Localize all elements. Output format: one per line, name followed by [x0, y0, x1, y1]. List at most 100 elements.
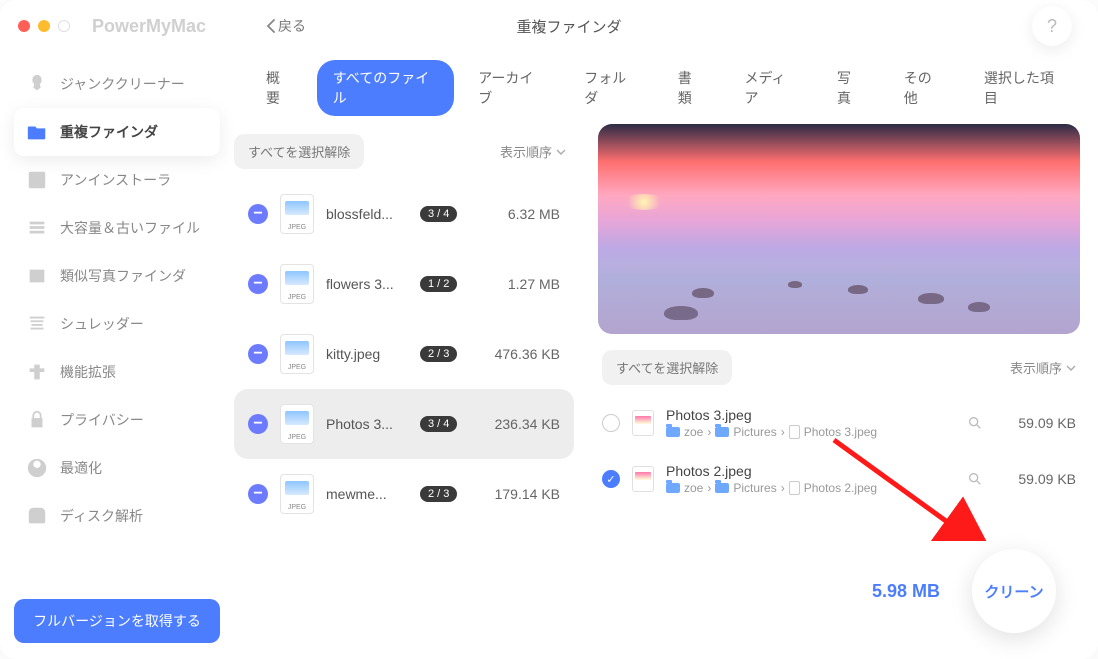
reveal-in-finder-button[interactable]: [966, 414, 984, 432]
detail-name: Photos 3.jpeg: [666, 407, 954, 423]
detail-size: 59.09 KB: [996, 471, 1076, 487]
sidebar-item-label: 機能拡張: [60, 362, 116, 382]
sidebar-icon: [26, 313, 48, 335]
tab-0[interactable]: 概要: [250, 60, 309, 116]
sidebar-item-5[interactable]: シュレッダー: [14, 300, 220, 348]
collapse-icon[interactable]: −: [248, 344, 268, 364]
file-thumb: JPEG: [280, 404, 314, 444]
group-row[interactable]: −JPEG mewme... 2 / 3 179.14 KB: [234, 459, 574, 529]
path-sep: ›: [707, 481, 711, 495]
file-size: 236.34 KB: [469, 416, 560, 432]
close-window-icon[interactable]: [18, 20, 30, 32]
file-thumb: JPEG: [280, 194, 314, 234]
file-name: flowers 3...: [326, 276, 408, 292]
deselect-all-button[interactable]: すべてを選択解除: [234, 134, 364, 169]
window-controls[interactable]: [18, 20, 70, 32]
path-sep: ›: [781, 481, 785, 495]
collapse-icon[interactable]: −: [248, 274, 268, 294]
detail-name: Photos 2.jpeg: [666, 463, 954, 479]
sidebar-item-1[interactable]: 重複ファインダ: [14, 108, 220, 156]
sidebar-icon: [26, 169, 48, 191]
detail-size: 59.09 KB: [996, 415, 1076, 431]
tabs: 概要すべてのファイルアーカイブフォルダ書類メディア写真その他選択した項目: [234, 52, 1080, 124]
folder-icon: [715, 427, 729, 437]
detail-thumb: [632, 466, 654, 492]
tab-2[interactable]: アーカイブ: [462, 60, 560, 116]
duplicate-files-list: Photos 3.jpeg zoe › Pictures › Photos 3.…: [598, 395, 1080, 541]
collapse-icon[interactable]: −: [248, 204, 268, 224]
sidebar-icon: [26, 121, 48, 143]
tab-1[interactable]: すべてのファイル: [317, 60, 454, 116]
detail-path: zoe › Pictures › Photos 2.jpeg: [666, 481, 954, 495]
tab-5[interactable]: メディア: [728, 60, 813, 116]
path-sep: ›: [781, 425, 785, 439]
tab-7[interactable]: その他: [888, 60, 960, 116]
file-size: 179.14 KB: [469, 486, 560, 502]
chevron-left-icon: [266, 19, 276, 33]
sidebar-icon: [26, 505, 48, 527]
group-row[interactable]: −JPEGkitty.jpeg2 / 3476.36 KB: [234, 319, 574, 389]
detail-path: zoe › Pictures › Photos 3.jpeg: [666, 425, 954, 439]
sidebar-icon: [26, 457, 48, 479]
sidebar-item-6[interactable]: 機能拡張: [14, 348, 220, 396]
collapse-icon[interactable]: −: [248, 414, 268, 434]
select-checkbox[interactable]: [602, 414, 620, 432]
chevron-down-icon: [1066, 364, 1076, 372]
sidebar-icon: [26, 361, 48, 383]
count-badge: 2 / 3: [420, 346, 457, 362]
file-thumb: JPEG: [280, 474, 314, 514]
chevron-down-icon: [556, 148, 566, 156]
path-sep: ›: [707, 425, 711, 439]
count-badge: 3 / 4: [420, 416, 457, 432]
collapse-icon[interactable]: −: [248, 484, 268, 504]
file-name: kitty.jpeg: [326, 346, 408, 362]
file-size: 1.27 MB: [469, 276, 560, 292]
file-size: 6.32 MB: [469, 206, 560, 222]
get-full-version-button[interactable]: フルバージョンを取得する: [14, 599, 220, 643]
group-row[interactable]: −JPEGPhotos 3...3 / 4236.34 KB: [234, 389, 574, 459]
detail-row[interactable]: Photos 2.jpeg zoe › Pictures › Photos 2.…: [598, 451, 1080, 507]
window-title: 重複ファインダ: [306, 16, 832, 37]
tab-3[interactable]: フォルダ: [568, 60, 653, 116]
sidebar-item-0[interactable]: ジャンククリーナー: [14, 60, 220, 108]
count-badge: 1 / 2: [420, 276, 457, 292]
sidebar-item-label: 最適化: [60, 458, 102, 478]
detail-row[interactable]: Photos 3.jpeg zoe › Pictures › Photos 3.…: [598, 395, 1080, 451]
file-thumb: JPEG: [280, 334, 314, 374]
file-thumb: JPEG: [280, 264, 314, 304]
sidebar-item-3[interactable]: 大容量＆古いファイル: [14, 204, 220, 252]
sidebar-item-label: 重複ファインダ: [60, 122, 158, 142]
app-title: PowerMyMac: [92, 16, 206, 37]
tab-8[interactable]: 選択した項目: [968, 60, 1080, 116]
back-button[interactable]: 戻る: [266, 16, 306, 36]
folder-icon: [666, 427, 680, 437]
sidebar-item-8[interactable]: 最適化: [14, 444, 220, 492]
detail-sort-dropdown[interactable]: 表示順序: [1010, 358, 1076, 377]
sidebar-item-9[interactable]: ディスク解析: [14, 492, 220, 540]
zoom-window-icon[interactable]: [58, 20, 70, 32]
select-checkbox[interactable]: [602, 470, 620, 488]
tab-4[interactable]: 書類: [662, 60, 721, 116]
file-name: mewme...: [326, 486, 408, 502]
group-row[interactable]: −JPEGblossfeld...3 / 46.32 MB: [234, 179, 574, 249]
sidebar-icon: [26, 217, 48, 239]
sort-label: 表示順序: [500, 142, 552, 161]
help-button[interactable]: ?: [1032, 6, 1072, 46]
count-badge: 2 / 3: [420, 486, 457, 502]
sidebar-item-7[interactable]: プライバシー: [14, 396, 220, 444]
file-name: blossfeld...: [326, 206, 408, 222]
reveal-in-finder-button[interactable]: [966, 470, 984, 488]
clean-button[interactable]: クリーン: [972, 549, 1056, 633]
sidebar-item-label: ジャンククリーナー: [60, 74, 185, 94]
group-row[interactable]: −JPEG flowers 3... 1 / 2 1.27 MB: [234, 249, 574, 319]
minimize-window-icon[interactable]: [38, 20, 50, 32]
sidebar-item-2[interactable]: アンインストーラ: [14, 156, 220, 204]
deselect-all-details-button[interactable]: すべてを選択解除: [602, 350, 732, 385]
sidebar-item-label: 類似写真ファインダ: [60, 266, 186, 286]
sidebar-icon: [26, 265, 48, 287]
sidebar-item-label: 大容量＆古いファイル: [60, 218, 200, 238]
sidebar-item-4[interactable]: 類似写真ファインダ: [14, 252, 220, 300]
sort-order-dropdown[interactable]: 表示順序: [500, 142, 566, 161]
tab-6[interactable]: 写真: [821, 60, 880, 116]
sidebar-item-label: プライバシー: [60, 410, 144, 430]
